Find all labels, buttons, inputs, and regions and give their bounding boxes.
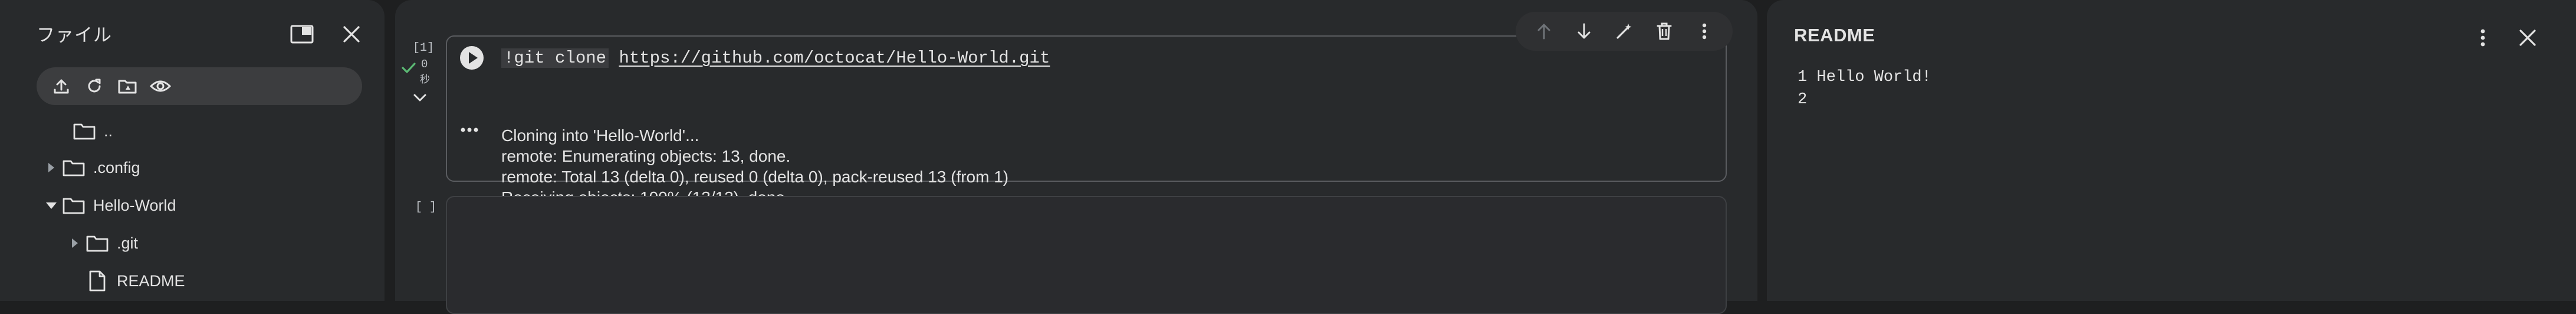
execution-time: 0 xyxy=(421,58,428,71)
tree-item-config[interactable]: .config xyxy=(42,151,140,184)
caret-right-icon[interactable] xyxy=(66,234,84,252)
tree-item-label: .config xyxy=(93,158,140,176)
line-text: Hello World! xyxy=(1816,68,1931,86)
line-number: 1 xyxy=(1798,68,1808,86)
caret-down-icon[interactable] xyxy=(42,197,60,214)
tree-item-label: Hello-World xyxy=(93,196,176,214)
code-url[interactable]: https://github.com/octocat/Hello-World.g… xyxy=(619,48,1050,68)
execution-count: [1] xyxy=(413,41,435,55)
refresh-icon xyxy=(88,78,101,93)
folder-icon xyxy=(60,192,87,219)
code-editor[interactable]: !git clone https://github.com/octocat/He… xyxy=(501,48,1050,68)
trash-icon xyxy=(1657,22,1672,40)
close-icon xyxy=(2519,30,2536,46)
more-vertical-icon xyxy=(1702,23,1707,40)
readme-line: 2 xyxy=(1798,91,1816,109)
chevron-down-icon xyxy=(413,94,426,102)
readme-more-button[interactable] xyxy=(2466,21,2499,54)
mount-drive-button[interactable] xyxy=(111,70,144,103)
move-cell-up-button[interactable] xyxy=(1529,17,1559,46)
line-number: 2 xyxy=(1798,91,1808,109)
close-files-panel-button[interactable] xyxy=(335,18,368,51)
upload-icon xyxy=(54,79,69,94)
files-toolbar xyxy=(37,67,362,105)
arrow-up-icon xyxy=(1537,24,1550,40)
folder-icon xyxy=(60,154,87,181)
success-check-icon xyxy=(401,61,416,74)
delete-cell-button[interactable] xyxy=(1650,17,1679,46)
drive-folder-icon xyxy=(118,80,137,94)
more-horizontal-icon xyxy=(461,127,478,132)
tree-item-label: .git xyxy=(117,234,139,252)
run-cell-button[interactable] xyxy=(459,45,485,71)
tree-item-label: .. xyxy=(104,122,113,140)
play-icon xyxy=(460,46,484,70)
code-command: !git clone xyxy=(501,48,609,68)
more-vertical-icon xyxy=(2480,29,2485,47)
collapse-output-button[interactable] xyxy=(413,93,427,103)
tree-item-git[interactable]: .git xyxy=(66,227,138,260)
cell-toolbar xyxy=(1516,12,1733,51)
magic-pencil-icon xyxy=(1616,24,1632,39)
folder-icon xyxy=(84,230,111,257)
code-cell[interactable]: !git clone https://github.com/octocat/He… xyxy=(446,35,1727,207)
files-panel-title: ファイル xyxy=(37,25,112,45)
upload-button[interactable] xyxy=(45,70,78,103)
tree-item-parent[interactable]: .. xyxy=(53,115,113,148)
more-cell-actions-button[interactable] xyxy=(1690,17,1719,46)
readme-title: README xyxy=(1794,25,1875,45)
execution-count: [ ] xyxy=(415,201,437,214)
toggle-hidden-files-button[interactable] xyxy=(144,70,177,103)
refresh-button[interactable] xyxy=(78,70,111,103)
arrow-down-icon xyxy=(1578,23,1591,39)
move-cell-down-button[interactable] xyxy=(1569,17,1599,46)
output-line: remote: Enumerating objects: 13, done. xyxy=(501,147,791,165)
readme-panel: README 1 Hello World! 2 xyxy=(1767,0,2576,301)
caret-right-icon[interactable] xyxy=(42,159,60,176)
tree-item-readme[interactable]: README xyxy=(84,264,185,297)
tree-item-hello-world[interactable]: Hello-World xyxy=(42,189,176,222)
close-readme-button[interactable] xyxy=(2511,21,2544,54)
notebook-panel: [1] 0 秒 !git clone https://github.com/oc… xyxy=(395,0,1757,314)
readme-line: 1 Hello World! xyxy=(1798,68,1931,86)
output-line: remote: Total 13 (delta 0), reused 0 (de… xyxy=(501,168,1009,186)
close-icon xyxy=(343,26,360,42)
folder-icon xyxy=(71,117,98,145)
edit-cell-button[interactable] xyxy=(1609,17,1639,46)
cell-output: Cloning into 'Hello-World'... remote: En… xyxy=(501,125,1008,208)
code-cell-empty[interactable] xyxy=(446,196,1727,314)
open-in-tab-button[interactable] xyxy=(285,18,318,51)
output-line: Cloning into 'Hello-World'... xyxy=(501,126,699,145)
tree-item-label: README xyxy=(117,272,185,290)
output-actions-button[interactable] xyxy=(459,126,485,144)
window-icon xyxy=(290,25,314,44)
eye-icon xyxy=(150,80,171,92)
files-panel: ファイル .. .config Hello-World .git README xyxy=(0,0,385,301)
execution-time-unit: 秒 xyxy=(420,75,430,86)
file-icon xyxy=(84,267,111,295)
